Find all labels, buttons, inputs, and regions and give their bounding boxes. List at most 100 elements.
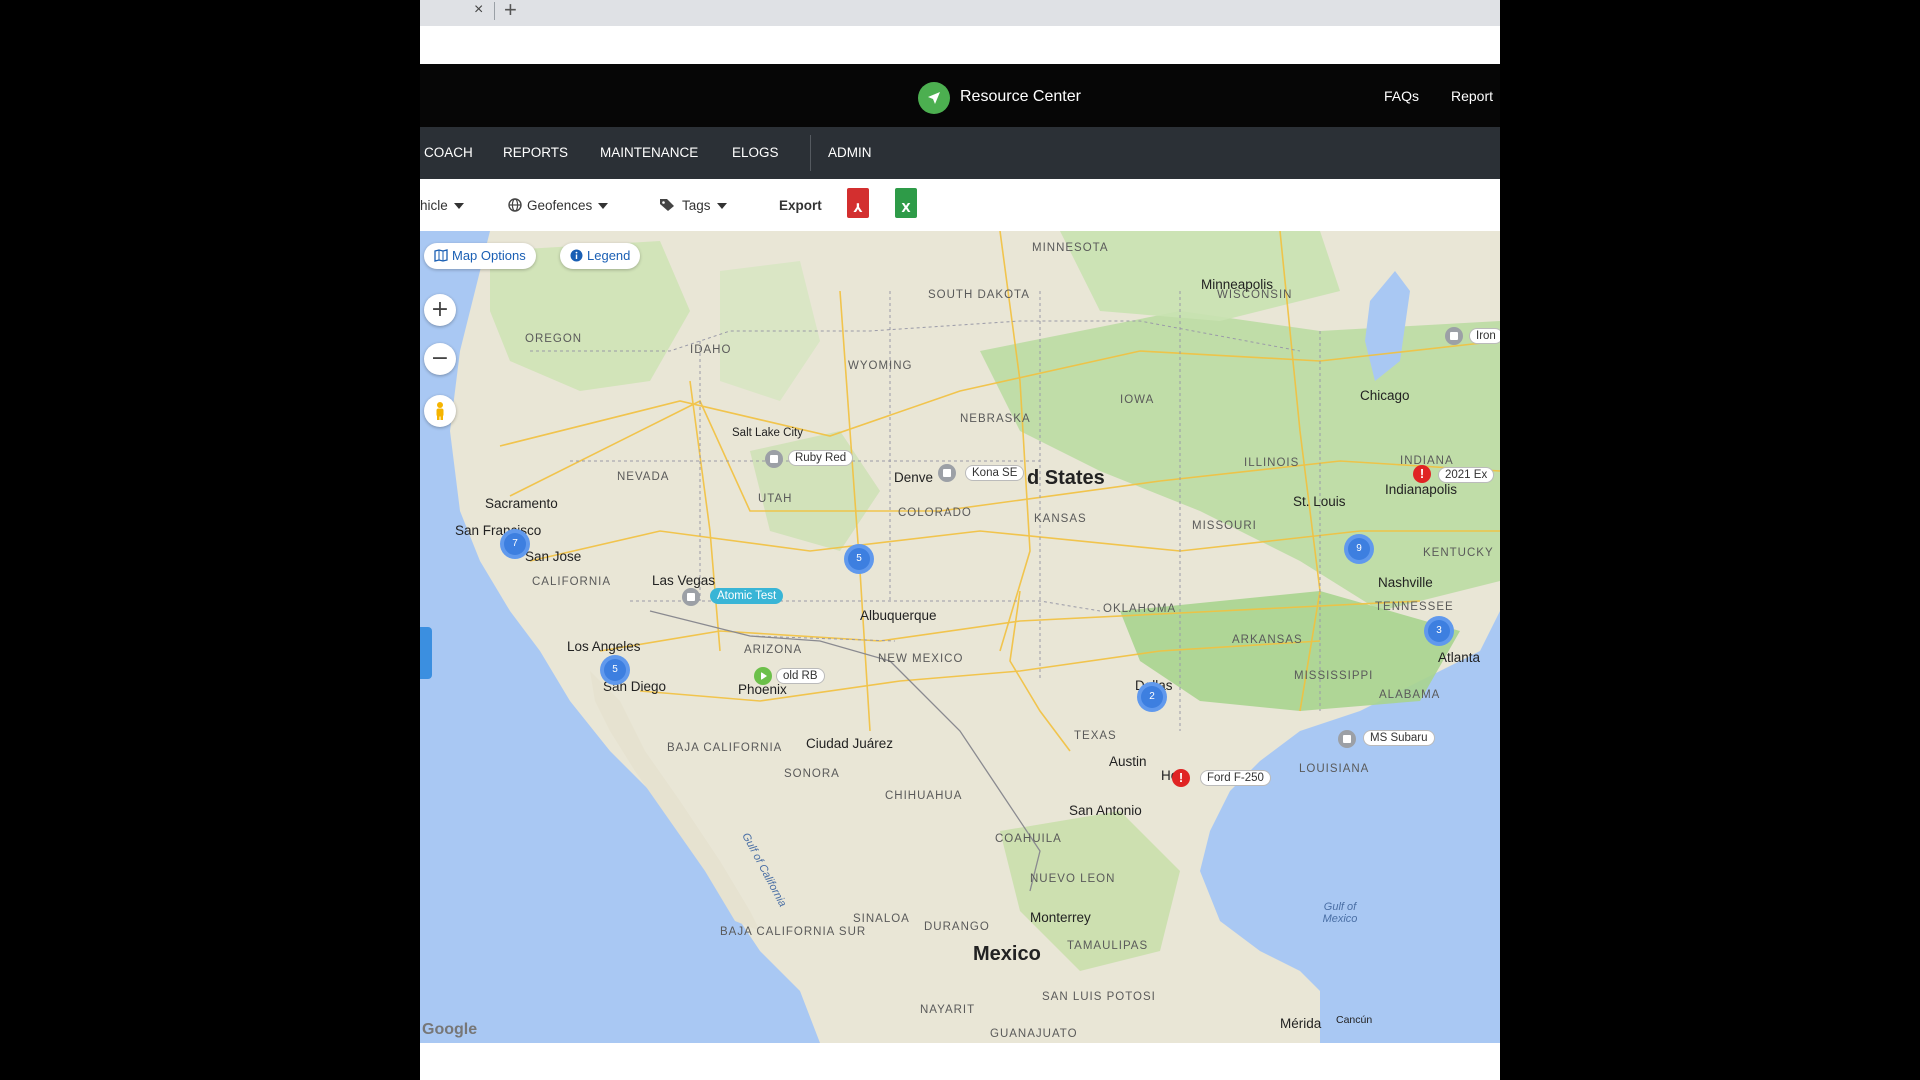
vehicle-label-selected[interactable]: Atomic Test <box>710 588 784 604</box>
map-label-state: CHIHUAHUA <box>885 790 963 802</box>
map-label-city: Mérida <box>1280 1016 1322 1031</box>
close-tab-icon[interactable]: × <box>474 1 483 19</box>
map-label-country: Mexico <box>973 943 1041 965</box>
map-label-state: NAYARIT <box>920 1004 976 1016</box>
vehicle-marker[interactable] <box>682 588 700 606</box>
map-label-state: COLORADO <box>898 507 972 519</box>
pdf-export-icon[interactable]: ⅄ <box>847 188 869 218</box>
map-label-city: San Jose <box>525 549 582 564</box>
vehicle-alert-marker[interactable] <box>1172 769 1190 787</box>
vehicle-cluster[interactable]: 2 <box>1137 682 1167 712</box>
map-label-state: SOUTH DAKOTA <box>928 289 1030 301</box>
map-label-city: San Francisco <box>455 523 542 538</box>
map-label-country: d States <box>1027 467 1105 489</box>
vehicle-label[interactable]: 2021 Ex <box>1438 467 1495 483</box>
vehicle-alert-marker[interactable] <box>1413 465 1431 483</box>
browser-tab-bar: × + <box>420 0 1500 26</box>
geofences-dropdown[interactable]: Geofences <box>508 198 609 213</box>
vehicle-label[interactable]: old RB <box>776 668 825 684</box>
nav-maintenance[interactable]: MAINTENANCE <box>600 145 698 160</box>
zoom-in-button[interactable]: + <box>424 294 456 326</box>
vehicle-label[interactable]: Ford F-250 <box>1200 770 1271 786</box>
map-label-state: LOUISIANA <box>1299 763 1370 775</box>
map-label-state: GUANAJUATO <box>990 1028 1078 1040</box>
map-label-state: UTAH <box>758 493 793 505</box>
legend-button[interactable]: Legend <box>560 243 641 269</box>
side-panel-handle[interactable] <box>420 627 432 679</box>
vehicle-marker[interactable] <box>754 667 772 685</box>
app-title[interactable]: Resource Center <box>960 88 1081 106</box>
vehicle-label[interactable]: Kona SE <box>965 465 1025 481</box>
map-label-city: Austin <box>1109 754 1147 769</box>
excel-export-icon[interactable]: X <box>895 188 917 218</box>
vehicle-marker[interactable] <box>938 464 956 482</box>
map-label-city: Albuquerque <box>860 608 937 623</box>
map-label-state: NEBRASKA <box>960 413 1031 425</box>
map-label-state: TENNESSEE <box>1375 601 1454 613</box>
map-label-state: TAMAULIPAS <box>1067 940 1149 952</box>
vehicle-label[interactable]: MS Subaru <box>1363 730 1435 746</box>
map-label-state: WYOMING <box>848 360 913 372</box>
map-label-city: Monterrey <box>1030 910 1091 925</box>
vehicle-dropdown[interactable]: hicle <box>420 198 464 213</box>
app-header: Resource Center FAQs Report <box>420 64 1500 127</box>
map-label-state: MISSISSIPPI <box>1294 670 1374 682</box>
street-view-pegman-icon[interactable] <box>424 395 456 427</box>
map-options-label: Map Options <box>452 248 526 263</box>
map-label-city: Los Angeles <box>567 639 641 654</box>
faqs-link[interactable]: FAQs <box>1384 88 1419 104</box>
map-icon <box>434 249 448 262</box>
map-label-city: Minneapolis <box>1201 277 1274 292</box>
map-label-city: Salt Lake City <box>732 427 803 439</box>
page-footer <box>420 1043 1500 1080</box>
logo-icon[interactable] <box>918 82 950 114</box>
nav-elogs[interactable]: ELOGS <box>732 145 779 160</box>
chevron-down-icon <box>453 203 464 210</box>
map-label-state: SINALOA <box>853 913 910 925</box>
map-label-state: ARIZONA <box>744 644 803 656</box>
vehicle-cluster[interactable]: 7 <box>500 529 530 559</box>
vehicle-cluster[interactable]: 5 <box>600 655 630 685</box>
google-logo: Google <box>422 1021 478 1038</box>
tags-icon <box>660 199 674 211</box>
map-label-state: KANSAS <box>1034 513 1087 525</box>
map-label-state: ALABAMA <box>1379 689 1441 701</box>
map-label-state: CALIFORNIA <box>532 576 612 588</box>
map-label-city: Chicago <box>1360 388 1410 403</box>
map-label-state: SONORA <box>784 768 840 780</box>
vehicle-marker[interactable] <box>1338 730 1356 748</box>
legend-label: Legend <box>587 248 631 263</box>
vehicle-label[interactable]: Ruby Red <box>788 450 854 466</box>
map-label-water: Gulf of Mexico <box>1322 901 1358 925</box>
vehicle-cluster[interactable]: 9 <box>1344 534 1374 564</box>
map-label-state: MINNESOTA <box>1032 242 1109 254</box>
nav-reports[interactable]: REPORTS <box>503 145 568 160</box>
map-options-button[interactable]: Map Options <box>424 243 536 269</box>
new-tab-icon[interactable]: + <box>504 0 517 23</box>
zoom-out-button[interactable]: − <box>424 343 456 375</box>
vehicle-cluster[interactable]: 3 <box>1424 616 1454 646</box>
vehicle-marker[interactable] <box>765 450 783 468</box>
address-bar-area <box>420 26 1500 64</box>
nav-admin[interactable]: ADMIN <box>828 145 872 160</box>
map-toolbar: hicle Geofences Tags Export ⅄ X <box>420 179 1500 232</box>
map-canvas[interactable]: MINNESOTA SOUTH DAKOTA WISCONSIN OREGON … <box>420 231 1500 1043</box>
map-label-city: Ciudad Juárez <box>806 736 894 751</box>
tags-dropdown[interactable]: Tags <box>659 198 727 213</box>
info-icon <box>570 249 583 262</box>
chevron-down-icon <box>716 203 727 210</box>
geofences-label: Geofences <box>527 198 593 213</box>
vehicle-marker[interactable] <box>1445 327 1463 345</box>
tab-divider <box>494 2 495 20</box>
map-label-state: IDAHO <box>690 344 732 356</box>
map-label-state: ILLINOIS <box>1244 457 1300 469</box>
map-label-state: OREGON <box>525 333 583 345</box>
report-link[interactable]: Report <box>1451 88 1493 104</box>
vehicle-label[interactable]: Iron <box>1469 328 1500 344</box>
vehicle-cluster[interactable]: 5 <box>844 544 874 574</box>
map-label-state: IOWA <box>1120 394 1155 406</box>
map-label-state: TEXAS <box>1074 730 1117 742</box>
nav-coach[interactable]: COACH <box>424 145 473 160</box>
map-label-state: KENTUCKY <box>1423 547 1494 559</box>
map-label-city: Indianapolis <box>1385 482 1458 497</box>
